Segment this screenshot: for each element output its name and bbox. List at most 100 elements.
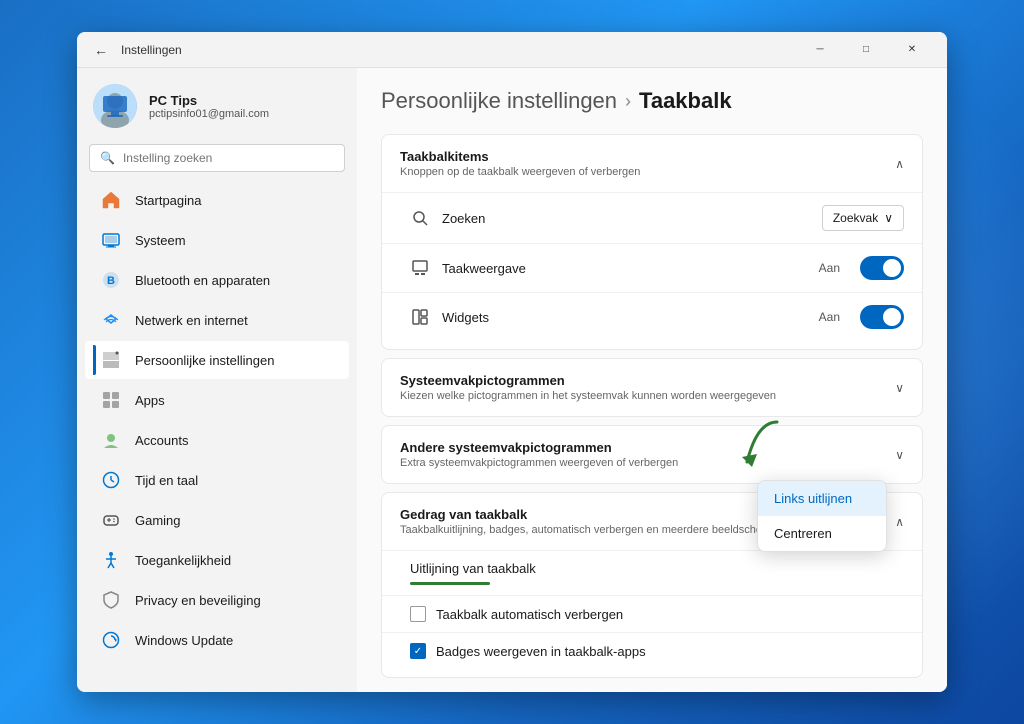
home-icon: [101, 190, 121, 210]
sidebar-item-privacy[interactable]: Privacy en beveiliging: [85, 581, 349, 619]
sidebar: PC Tips pctipsinfo01@gmail.com 🔍 Startpa…: [77, 68, 357, 692]
badges-row: ✓ Badges weergeven in taakbalk-apps: [382, 632, 922, 669]
bluetooth-icon: B: [101, 270, 121, 290]
breadcrumb-separator: ›: [625, 91, 631, 112]
section-systeemvak-title: Systeemvakpictogrammen: [400, 373, 776, 388]
uitlijning-label: Uitlijning van taakbalk: [410, 561, 904, 576]
widgets-value: Aan: [819, 310, 840, 324]
profile-section: PC Tips pctipsinfo01@gmail.com: [77, 68, 357, 140]
section-systeemvak-subtitle: Kiezen welke pictogrammen in het systeem…: [400, 390, 776, 402]
dropdown-item-links[interactable]: Links uitlijnen: [758, 481, 886, 516]
section-gedrag-title: Gedrag van taakbalk: [400, 507, 787, 522]
sidebar-label-update: Windows Update: [135, 633, 233, 648]
section-andere-header[interactable]: Andere systeemvakpictogrammen Extra syst…: [382, 426, 922, 483]
uitlijning-item: Uitlijning van taakbalk: [382, 550, 922, 595]
setting-row-widgets: Widgets Aan: [382, 292, 922, 341]
verbergen-row: Taakbalk automatisch verbergen: [382, 595, 922, 632]
profile-email: pctipsinfo01@gmail.com: [149, 108, 269, 120]
sidebar-item-systeem[interactable]: Systeem: [85, 221, 349, 259]
sidebar-item-toegankelijkheid[interactable]: Toegankelijkheid: [85, 541, 349, 579]
gaming-icon: [101, 510, 121, 530]
sidebar-label-tijd: Tijd en taal: [135, 473, 198, 488]
window-title: Instellingen: [121, 43, 182, 57]
sidebar-item-netwerk[interactable]: Netwerk en internet: [85, 301, 349, 339]
section-taakbalkitems-header[interactable]: Taakbalkitems Knoppen op de taakbalk wee…: [382, 135, 922, 192]
widgets-label: Widgets: [442, 310, 807, 325]
zoeken-dropdown[interactable]: Zoekvak ∨: [822, 205, 904, 231]
accessibility-icon: [101, 550, 121, 570]
sidebar-label-privacy: Privacy en beveiliging: [135, 593, 261, 608]
section-systeemvak-header[interactable]: Systeemvakpictogrammen Kiezen welke pict…: [382, 359, 922, 416]
badges-checkbox[interactable]: ✓: [410, 643, 426, 659]
privacy-icon: [101, 590, 121, 610]
sidebar-item-accounts[interactable]: Accounts: [85, 421, 349, 459]
taakweergave-icon: [410, 258, 430, 278]
section-taakbalkitems-title: Taakbalkitems: [400, 149, 640, 164]
chevron-down-icon: ∨: [884, 211, 893, 225]
sidebar-item-startpagina[interactable]: Startpagina: [85, 181, 349, 219]
chevron-gedrag-icon: ∧: [895, 515, 904, 529]
section-gedrag-subtitle: Taakbalkuitlijning, badges, automatisch …: [400, 524, 787, 536]
taakweergave-toggle[interactable]: [860, 256, 904, 280]
sidebar-label-toegankelijkheid: Toegankelijkheid: [135, 553, 231, 568]
sidebar-label-startpagina: Startpagina: [135, 193, 202, 208]
svg-text:B: B: [107, 275, 115, 287]
window-controls: ─ □ ✕: [797, 32, 935, 68]
profile-info: PC Tips pctipsinfo01@gmail.com: [149, 93, 269, 120]
system-icon: [101, 230, 121, 250]
section-andere-subtitle: Extra systeemvakpictogrammen weergeven o…: [400, 457, 678, 469]
setting-row-taakweergave: Taakweergave Aan: [382, 243, 922, 292]
section-taakbalkitems-subtitle: Knoppen op de taakbalk weergeven of verb…: [400, 166, 640, 178]
search-box[interactable]: 🔍: [89, 144, 345, 172]
network-icon: [101, 310, 121, 330]
sidebar-label-apps: Apps: [135, 393, 165, 408]
taakbalkitems-content: Zoeken Zoekvak ∨: [382, 192, 922, 349]
sidebar-label-persoonlijk: Persoonlijke instellingen: [135, 353, 274, 368]
taakweergave-value: Aan: [819, 261, 840, 275]
sidebar-item-persoonlijk[interactable]: Persoonlijke instellingen: [85, 341, 349, 379]
main-panel: Persoonlijke instellingen › Taakbalk Taa…: [357, 68, 947, 692]
taakweergave-label: Taakweergave: [442, 261, 807, 276]
breadcrumb-current: Taakbalk: [639, 88, 732, 114]
time-icon: [101, 470, 121, 490]
back-button[interactable]: ←: [89, 38, 113, 62]
sidebar-label-accounts: Accounts: [135, 433, 188, 448]
search-setting-icon: [410, 208, 430, 228]
sidebar-label-netwerk: Netwerk en internet: [135, 313, 248, 328]
widgets-toggle[interactable]: [860, 305, 904, 329]
gedrag-content: Uitlijning van taakbalk Taakbalk automat…: [382, 550, 922, 677]
dropdown-popup: Links uitlijnen Centreren: [757, 480, 887, 552]
sidebar-item-update[interactable]: Windows Update: [85, 621, 349, 659]
avatar-image: [93, 84, 137, 128]
chevron-systeemvak-icon: ∨: [895, 381, 904, 395]
widgets-icon: [410, 307, 430, 327]
search-input[interactable]: [123, 151, 334, 165]
accounts-icon: [101, 430, 121, 450]
uitlijning-bar: [410, 582, 490, 585]
close-button[interactable]: ✕: [889, 32, 935, 68]
zoeken-dropdown-value: Zoekvak: [833, 211, 878, 225]
update-icon: [101, 630, 121, 650]
minimize-button[interactable]: ─: [797, 32, 843, 68]
sidebar-item-tijd[interactable]: Tijd en taal: [85, 461, 349, 499]
settings-window: ← Instellingen ─ □ ✕: [77, 32, 947, 692]
badges-label: Badges weergeven in taakbalk-apps: [436, 644, 646, 659]
breadcrumb: Persoonlijke instellingen › Taakbalk: [381, 88, 923, 114]
section-andere-title: Andere systeemvakpictogrammen: [400, 440, 678, 455]
verbergen-checkbox[interactable]: [410, 606, 426, 622]
section-andere: Andere systeemvakpictogrammen Extra syst…: [381, 425, 923, 484]
sidebar-item-gaming[interactable]: Gaming: [85, 501, 349, 539]
breadcrumb-parent: Persoonlijke instellingen: [381, 88, 617, 114]
verbergen-label: Taakbalk automatisch verbergen: [436, 607, 623, 622]
maximize-button[interactable]: □: [843, 32, 889, 68]
section-systeemvak: Systeemvakpictogrammen Kiezen welke pict…: [381, 358, 923, 417]
sidebar-item-bluetooth[interactable]: B Bluetooth en apparaten: [85, 261, 349, 299]
dropdown-item-centreren[interactable]: Centreren: [758, 516, 886, 551]
section-taakbalkitems: Taakbalkitems Knoppen op de taakbalk wee…: [381, 134, 923, 350]
chevron-up-icon: ∧: [895, 157, 904, 171]
personal-icon: [101, 350, 121, 370]
sidebar-label-systeem: Systeem: [135, 233, 186, 248]
sidebar-label-bluetooth: Bluetooth en apparaten: [135, 273, 270, 288]
sidebar-item-apps[interactable]: Apps: [85, 381, 349, 419]
apps-icon: [101, 390, 121, 410]
